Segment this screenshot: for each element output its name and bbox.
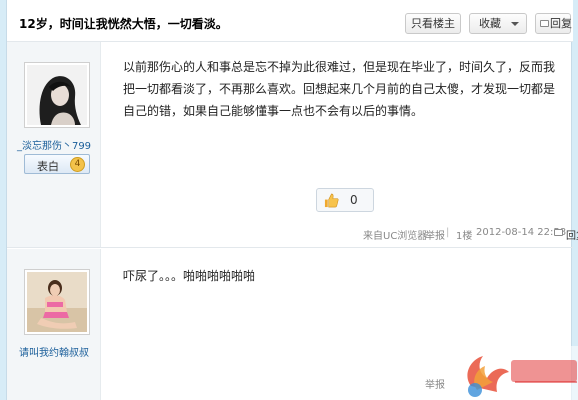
reply-icon — [540, 20, 549, 27]
author-column: _淡忘那伤丶799 表白 4 — [7, 42, 101, 247]
report-link[interactable]: 举报 — [425, 376, 445, 391]
post-content: 以前那伤心的人和事总是忘不掉为此很难过，但是现在毕业了，时间久了，反而我把一切都… — [123, 60, 556, 118]
meta-divider: | — [446, 227, 450, 238]
favorite-button[interactable]: 收藏 — [469, 13, 527, 34]
reply-label: 回复 — [566, 231, 578, 242]
reply-link[interactable]: 回复 — [554, 227, 578, 242]
author-username[interactable]: 请叫我约翰叔叔 — [7, 344, 101, 359]
author-only-button[interactable]: 只看楼主 — [405, 13, 461, 34]
avatar[interactable] — [24, 269, 90, 335]
thread-frame: 12岁，时间让我恍然大悟，一切看淡。 只看楼主 收藏 回复 _淡忘那伤丶799 — [6, 0, 578, 400]
post-content: 吓尿了。。。啪啪啪啪啪啪 — [123, 269, 256, 283]
like-count: 0 — [350, 193, 358, 207]
avatar[interactable] — [24, 62, 90, 128]
floor-number: 1楼 — [456, 231, 473, 242]
like-button[interactable]: 0 — [316, 188, 374, 212]
avatar-image — [27, 272, 87, 332]
badge-label: 表白 — [37, 160, 59, 173]
post: _淡忘那伤丶799 表白 4 以前那伤心的人和事总是忘不掉为此很难过，但是现在毕… — [7, 42, 578, 248]
author-username[interactable]: _淡忘那伤丶799 — [7, 137, 101, 152]
reply-top-button[interactable]: 回复 — [535, 13, 572, 34]
chevron-down-icon — [511, 22, 519, 26]
reply-top-label: 回复 — [550, 17, 572, 30]
favorite-label: 收藏 — [479, 17, 501, 30]
level-badge-icon: 4 — [70, 157, 85, 172]
thread-header: 12岁，时间让我恍然大悟，一切看淡。 只看楼主 收藏 回复 — [7, 0, 573, 42]
post-timestamp: 2012-08-14 22:58 — [476, 227, 567, 238]
watermark-graphic — [467, 356, 577, 397]
thread-title: 12岁，时间让我恍然大悟，一切看淡。 — [19, 17, 228, 31]
watermark-logo — [453, 346, 578, 400]
reply-icon — [554, 229, 563, 236]
thumbs-up-icon — [324, 193, 339, 208]
user-badge[interactable]: 表白 4 — [24, 154, 90, 174]
author-column: 请叫我约翰叔叔 — [7, 249, 101, 400]
post-source: 来自UC浏览器 — [363, 231, 428, 242]
avatar-image — [27, 65, 87, 125]
report-link[interactable]: 举报 — [425, 227, 445, 242]
